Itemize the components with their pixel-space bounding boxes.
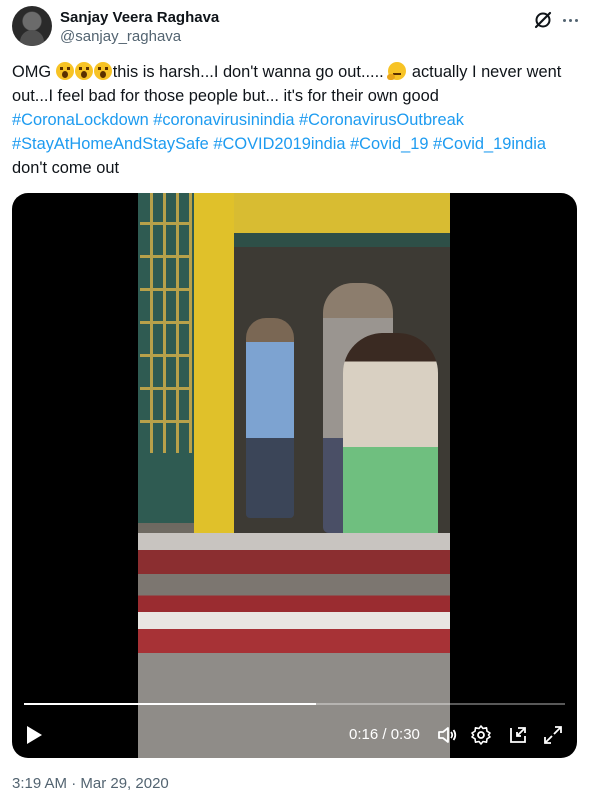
hashtag-link[interactable]: #coronavirusinindia	[153, 111, 294, 129]
settings-icon[interactable]	[470, 724, 492, 746]
scene-pillar	[194, 193, 234, 543]
hashtag-link[interactable]: #COVID2019india	[213, 135, 345, 153]
video-time: 0:16 / 0:30	[349, 726, 420, 743]
video-controls: 0:16 / 0:30	[12, 715, 577, 755]
hashtag-link[interactable]: #CoronaLockdown	[12, 111, 149, 129]
grok-icon[interactable]	[533, 10, 553, 30]
scene-window-grille	[140, 193, 192, 453]
hashtag-link[interactable]: #Covid_19	[350, 135, 428, 153]
fullscreen-icon[interactable]	[542, 724, 564, 746]
thinking-face-emoji-icon	[387, 62, 407, 80]
tweet-timestamp[interactable]: 3:19 AM · Mar 29, 2020	[12, 774, 169, 794]
more-icon[interactable]	[558, 8, 582, 32]
avatar[interactable]	[12, 6, 52, 46]
tweet-text: OMG this is harsh...I don't wanna go out…	[12, 60, 584, 180]
video-frame[interactable]	[138, 193, 450, 758]
tweet-text-part: this is harsh...I don't wanna go out....…	[112, 63, 389, 81]
tweet-text-part: OMG	[12, 63, 56, 81]
face-screaming-emoji-icon	[55, 62, 74, 80]
video-progress-bar[interactable]	[24, 703, 565, 705]
author-name[interactable]: Sanjay Veera Raghava	[60, 8, 219, 28]
video-player[interactable]: 0:16 / 0:30	[12, 193, 577, 758]
video-progress-fill	[24, 703, 317, 705]
tweet-header: Sanjay Veera Raghava @sanjay_raghava	[12, 6, 584, 50]
scene-steps	[138, 533, 450, 653]
volume-icon[interactable]	[436, 724, 458, 746]
play-icon[interactable]	[25, 725, 43, 745]
hashtag-link[interactable]: #CoronavirusOutbreak	[299, 111, 464, 129]
scene-wall	[234, 193, 450, 233]
face-screaming-emoji-icon	[74, 62, 93, 80]
scene-wall-band	[234, 233, 450, 247]
scene-person	[246, 318, 294, 518]
picture-in-picture-icon[interactable]	[507, 724, 529, 746]
hashtag-link[interactable]: #Covid_19india	[433, 135, 546, 153]
author-handle[interactable]: @sanjay_raghava	[60, 27, 181, 47]
hashtag-link[interactable]: #StayAtHomeAndStaySafe	[12, 135, 209, 153]
tweet-text-part: don't come out	[12, 159, 120, 177]
face-screaming-emoji-icon	[93, 62, 112, 80]
